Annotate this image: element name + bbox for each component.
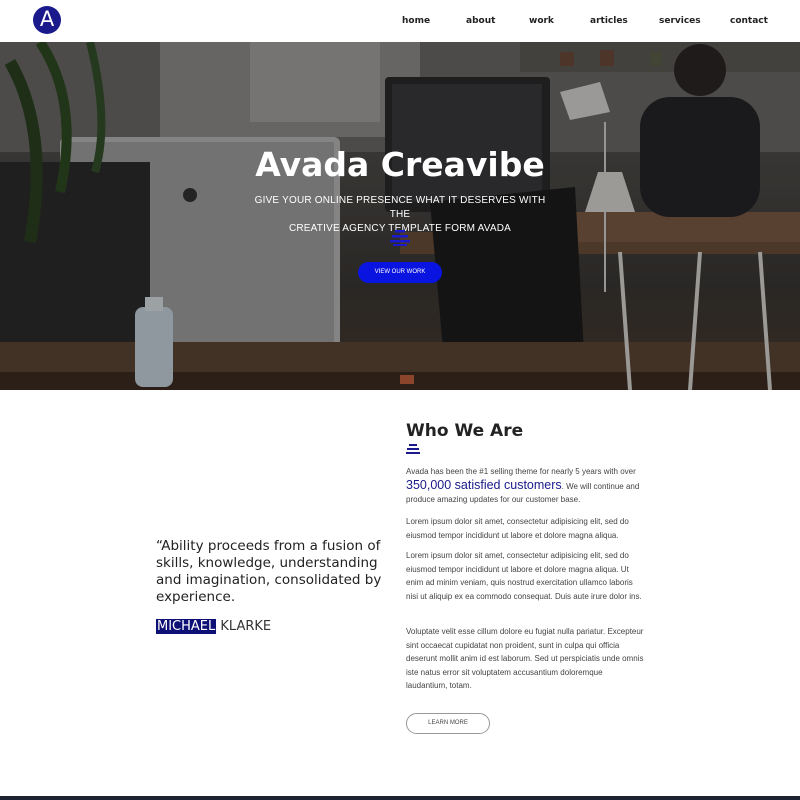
customers-highlight: 350,000 satisfied customers [406,477,562,492]
hero-title: Avada Creavibe [255,145,545,184]
bars-icon [390,230,410,246]
about-paragraph-4: Voluptate velit esse cillum dolore eu fu… [406,627,644,690]
main-nav: home about work articles services contac… [0,0,800,42]
view-our-work-button[interactable]: VIEW OUR WORK [358,262,442,283]
nav-about[interactable]: about [466,16,495,26]
bars-icon [406,444,420,454]
quote-author: MICHAEL KLARKE [156,619,271,634]
about-paragraph-2: Lorem ipsum dolor sit amet, consectetur … [406,517,629,540]
author-first-name: MICHAEL [156,619,217,634]
site-header: A home about work articles services cont… [0,0,800,42]
nav-home[interactable]: home [402,16,430,26]
hero-section: Avada Creavibe GIVE YOUR ONLINE PRESENCE… [0,42,800,390]
learn-more-button[interactable]: LEARN MORE [406,713,490,734]
who-we-are-title: Who We Are [406,421,524,441]
about-paragraph-3: Lorem ipsum dolor sit amet, consectetur … [406,551,642,601]
testimonial-quote: “Ability proceeds from a fusion of skill… [156,538,382,605]
nav-contact[interactable]: contact [730,16,768,26]
about-paragraph-1: Avada has been the #1 selling theme for … [406,467,640,504]
nav-work[interactable]: work [529,16,554,26]
author-last-name: KLARKE [216,619,272,634]
nav-articles[interactable]: articles [590,16,628,26]
next-section-strip [0,796,800,800]
nav-services[interactable]: services [659,16,701,26]
